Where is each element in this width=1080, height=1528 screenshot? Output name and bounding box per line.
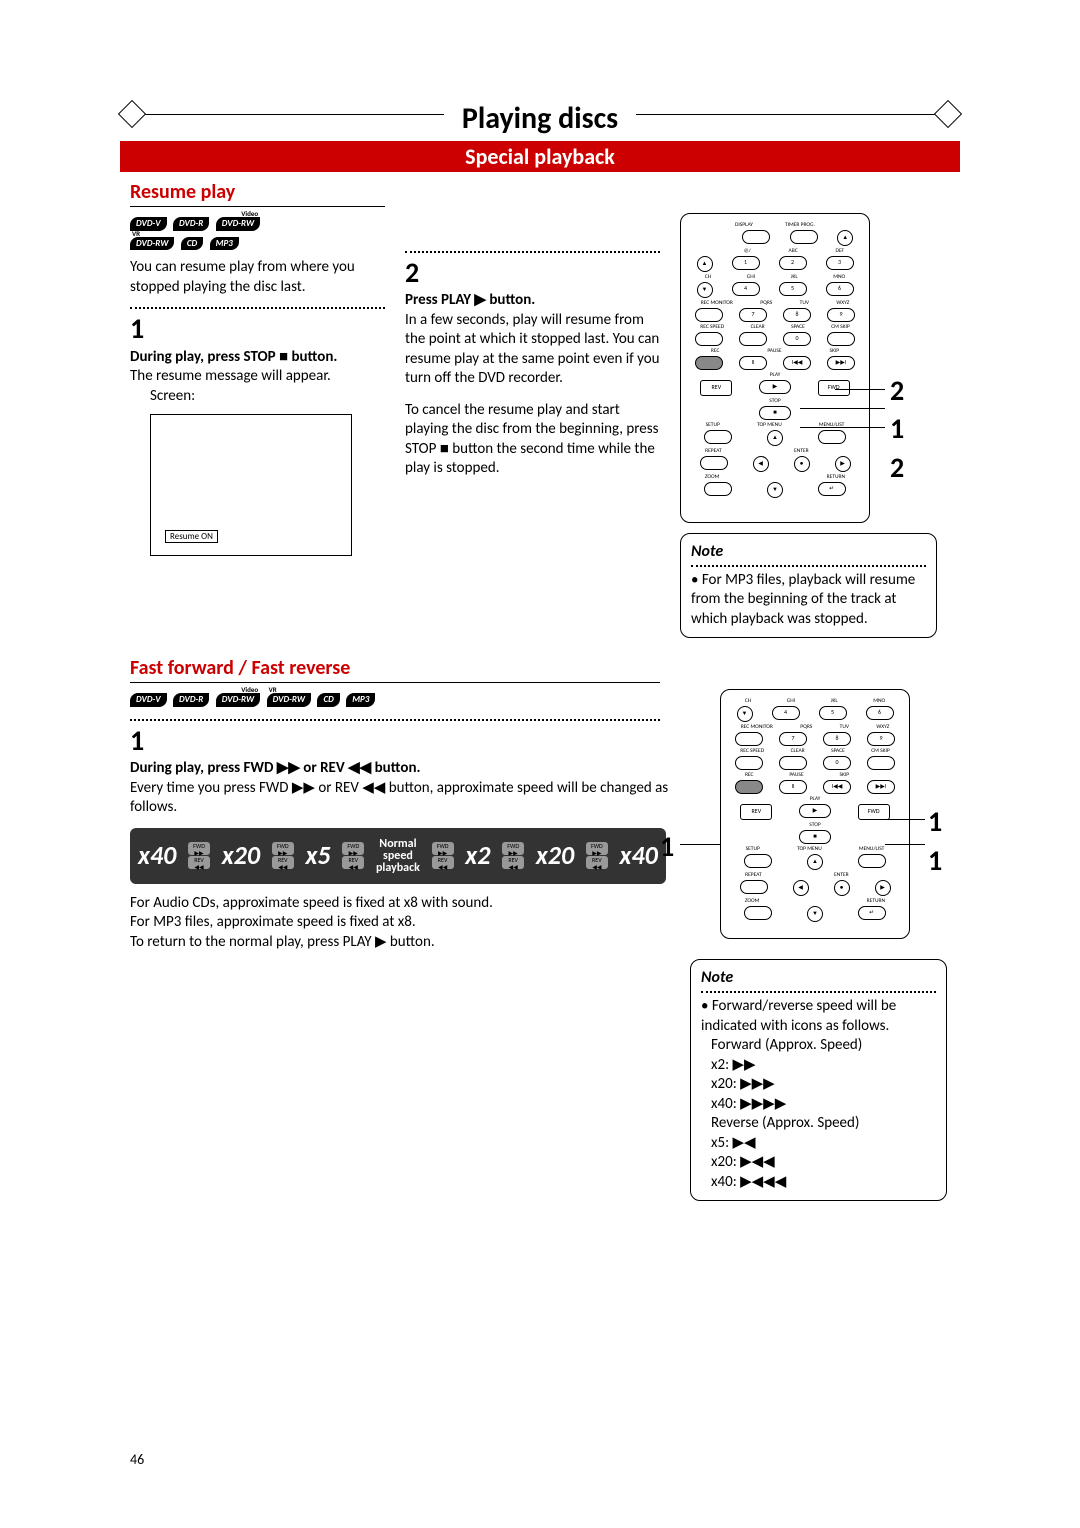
callout-left: 1 — [660, 829, 674, 865]
step1-heading: During play, press STOP ■ button. — [130, 348, 385, 368]
chapter-title: Playing discs — [444, 100, 636, 137]
resume-on-label: Resume ON — [165, 530, 218, 544]
note-rev-speed: x40: ▶◀◀◀ — [711, 1173, 936, 1193]
disc-badge: CD — [317, 693, 339, 707]
note-box: Note • For MP3 files, playback will resu… — [680, 533, 937, 638]
note-body: • For MP3 files, playback will resume fr… — [691, 571, 926, 630]
step2-body1: In a few seconds, play will resume from … — [405, 311, 660, 389]
step-number: 2 — [405, 255, 660, 291]
remote-diagram: DISPLAYTIMER PROG. ▲ @/ABCDEF ▲123 CHGHI… — [680, 213, 870, 523]
note-box-ff: Note • Forward/reverse speed will be ind… — [690, 959, 947, 1201]
step-number: 1 — [130, 311, 385, 347]
callout: 1 — [890, 411, 940, 447]
screen-mock: Resume ON — [150, 414, 352, 556]
step-number: 1 — [130, 723, 670, 759]
note-rev-speed: x20: ▶◀◀ — [711, 1153, 936, 1173]
disc-badge: VideoDVD-RW — [216, 217, 260, 231]
callout: 1 — [928, 843, 950, 879]
step1-body-ff: Every time you press FWD ▶▶ or REV ◀◀ bu… — [130, 779, 670, 818]
disc-badge: VideoDVD-RW — [216, 693, 260, 707]
note-label: Note — [691, 542, 926, 563]
step1-heading-ff: During play, press FWD ▶▶ or REV ◀◀ butt… — [130, 759, 670, 779]
disc-badge: MP3 — [210, 237, 239, 251]
chapter-title-banner: Playing discs — [130, 100, 950, 137]
remote-diagram: CHGHIJKLMNO ▼456 REC MONITORPQRSTUVWXYZ … — [720, 689, 910, 939]
disc-badge: CD — [181, 237, 203, 251]
note-rev-label: Reverse (Approx. Speed) — [711, 1114, 936, 1134]
callout: 1 — [928, 804, 950, 840]
disc-badge: DVD-V — [130, 693, 167, 707]
section-heading-resume: Resume play — [130, 180, 385, 207]
callout: 2 — [890, 373, 940, 409]
note-label: Note — [701, 968, 936, 989]
disc-badge: DVD-R — [173, 217, 209, 231]
screen-label: Screen: — [150, 387, 385, 407]
disc-badge: VRDVD-RW — [267, 693, 311, 707]
step1-body: The resume message will appear. — [130, 367, 385, 387]
callout: 2 — [890, 450, 940, 486]
note-fwd-speed: x40: ▶▶▶▶ — [711, 1095, 936, 1115]
page-number: 46 — [130, 1451, 144, 1468]
note-bullet: • Forward/reverse speed will be indicate… — [701, 997, 936, 1036]
note-fwd-speed: x2: ▶▶ — [711, 1056, 936, 1076]
note-fwd-speed: x20: ▶▶▶ — [711, 1075, 936, 1095]
after-text-3: To return to the normal play, press PLAY… — [130, 933, 670, 953]
step2-heading: Press PLAY ▶ button. — [405, 291, 660, 311]
section-heading-ffrv: Fast forward / Fast reverse — [130, 656, 660, 683]
step2-body2: To cancel the resume play and start play… — [405, 401, 660, 479]
after-text-2: For MP3 files, approximate speed is fixe… — [130, 913, 670, 933]
intro-text: You can resume play from where you stopp… — [130, 258, 385, 297]
disc-badge: DVD-R — [173, 693, 209, 707]
after-text-1: For Audio CDs, approximate speed is fixe… — [130, 894, 670, 914]
disc-badge: MP3 — [346, 693, 375, 707]
note-fwd-label: Forward (Approx. Speed) — [711, 1036, 936, 1056]
note-rev-speed: x5: ▶◀ — [711, 1134, 936, 1154]
disc-badge: VRDVD-RW — [130, 237, 174, 251]
disc-badges: DVD-V DVD-R VideoDVD-RW VRDVD-RW CD MP3 — [130, 689, 670, 709]
speed-diagram: x40 FWD▶▶REV◀◀ x20 FWD▶▶REV◀◀ x5 FWD▶▶RE… — [130, 828, 666, 884]
section-subtitle-bar: Special playback — [120, 141, 960, 172]
disc-badges: DVD-V DVD-R VideoDVD-RW VRDVD-RW CD MP3 — [130, 213, 385, 252]
